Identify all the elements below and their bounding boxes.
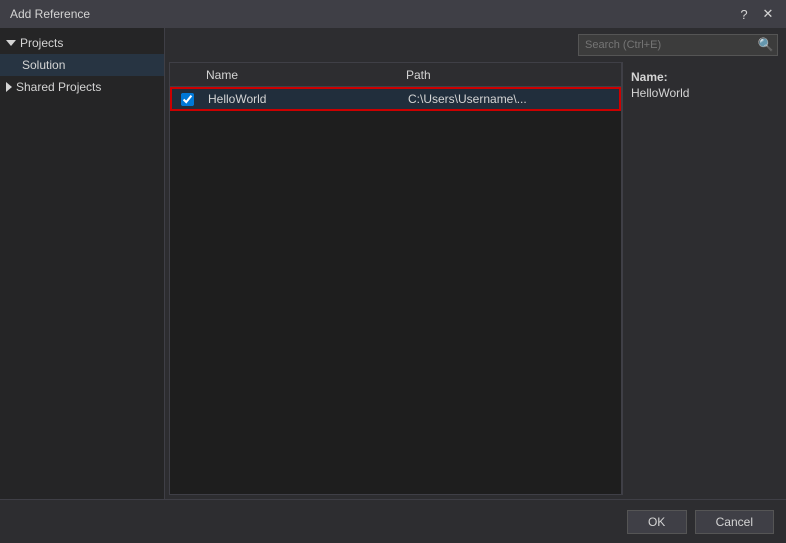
- search-box: 🔍: [578, 34, 778, 56]
- info-panel: Name: HelloWorld: [622, 62, 782, 495]
- search-icon: 🔍: [758, 37, 774, 53]
- table-row[interactable]: HelloWorld C:\Users\Username\...: [170, 87, 621, 111]
- title-bar: Add Reference ? ✕: [0, 0, 786, 28]
- row-checkbox-helloworld[interactable]: [181, 93, 194, 106]
- info-name-value: HelloWorld: [631, 86, 774, 100]
- col-header-path: Path: [400, 68, 621, 82]
- close-button[interactable]: ✕: [760, 6, 776, 22]
- row-name-helloworld: HelloWorld: [202, 92, 402, 106]
- main-area: 🔍 Name Path: [165, 28, 786, 499]
- title-bar-controls: ? ✕: [736, 6, 776, 22]
- add-reference-dialog: Add Reference ? ✕ Projects Solution Shar…: [0, 0, 786, 543]
- content-area: Projects Solution Shared Projects 🔍: [0, 28, 786, 499]
- sidebar-item-solution[interactable]: Solution: [0, 54, 164, 76]
- sidebar: Projects Solution Shared Projects: [0, 28, 165, 499]
- row-checkbox-col: [172, 93, 202, 106]
- sidebar-item-solution-label: Solution: [22, 58, 65, 72]
- sidebar-section-shared-projects[interactable]: Shared Projects: [0, 76, 164, 98]
- table-body: HelloWorld C:\Users\Username\...: [170, 87, 621, 494]
- help-button[interactable]: ?: [736, 6, 752, 22]
- dialog-title: Add Reference: [10, 7, 90, 21]
- triangle-down-icon: [6, 40, 16, 46]
- table-container: Name Path HelloWorld C:\Users\Username\.…: [169, 62, 622, 495]
- info-name-label: Name:: [631, 70, 668, 84]
- search-bar-row: 🔍: [165, 28, 786, 62]
- bottom-bar: OK Cancel: [0, 499, 786, 543]
- table-header: Name Path: [170, 63, 621, 87]
- sidebar-section-projects[interactable]: Projects: [0, 32, 164, 54]
- row-path-helloworld: C:\Users\Username\...: [402, 92, 619, 106]
- triangle-right-icon: [6, 82, 12, 92]
- col-header-name: Name: [200, 68, 400, 82]
- table-area: Name Path HelloWorld C:\Users\Username\.…: [165, 62, 786, 499]
- sidebar-section-shared-projects-label: Shared Projects: [16, 80, 101, 94]
- search-icon-button[interactable]: 🔍: [755, 34, 777, 56]
- sidebar-section-projects-label: Projects: [20, 36, 63, 50]
- cancel-button[interactable]: Cancel: [695, 510, 774, 534]
- ok-button[interactable]: OK: [627, 510, 687, 534]
- search-input[interactable]: [579, 35, 755, 55]
